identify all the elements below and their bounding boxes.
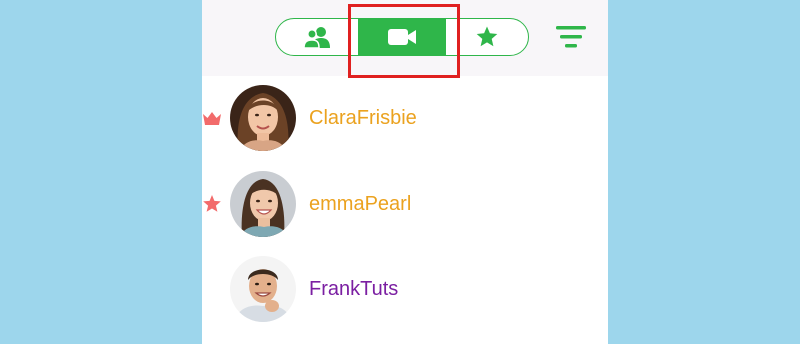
contact-name: ClaraFrisbie bbox=[309, 107, 417, 129]
avatar bbox=[230, 256, 296, 322]
contact-row[interactable]: FrankTuts bbox=[202, 250, 608, 330]
contact-name: FrankTuts bbox=[309, 278, 399, 300]
star-icon bbox=[202, 194, 222, 214]
avatar bbox=[230, 171, 296, 237]
contact-row[interactable]: ClaraFrisbie bbox=[202, 78, 608, 158]
filter-menu-icon bbox=[556, 26, 586, 48]
star-icon bbox=[476, 26, 498, 47]
phone-screen: ClaraFrisbie emmaPearl FrankTuts bbox=[202, 0, 608, 344]
tab-contacts[interactable] bbox=[276, 19, 360, 55]
crown-icon bbox=[202, 108, 222, 128]
avatar bbox=[230, 85, 296, 151]
filter-menu-button[interactable] bbox=[556, 24, 586, 50]
contacts-icon bbox=[303, 27, 331, 49]
video-tab-highlight bbox=[348, 4, 460, 78]
contact-row[interactable]: emmaPearl bbox=[202, 164, 608, 244]
contact-name: emmaPearl bbox=[309, 193, 412, 215]
